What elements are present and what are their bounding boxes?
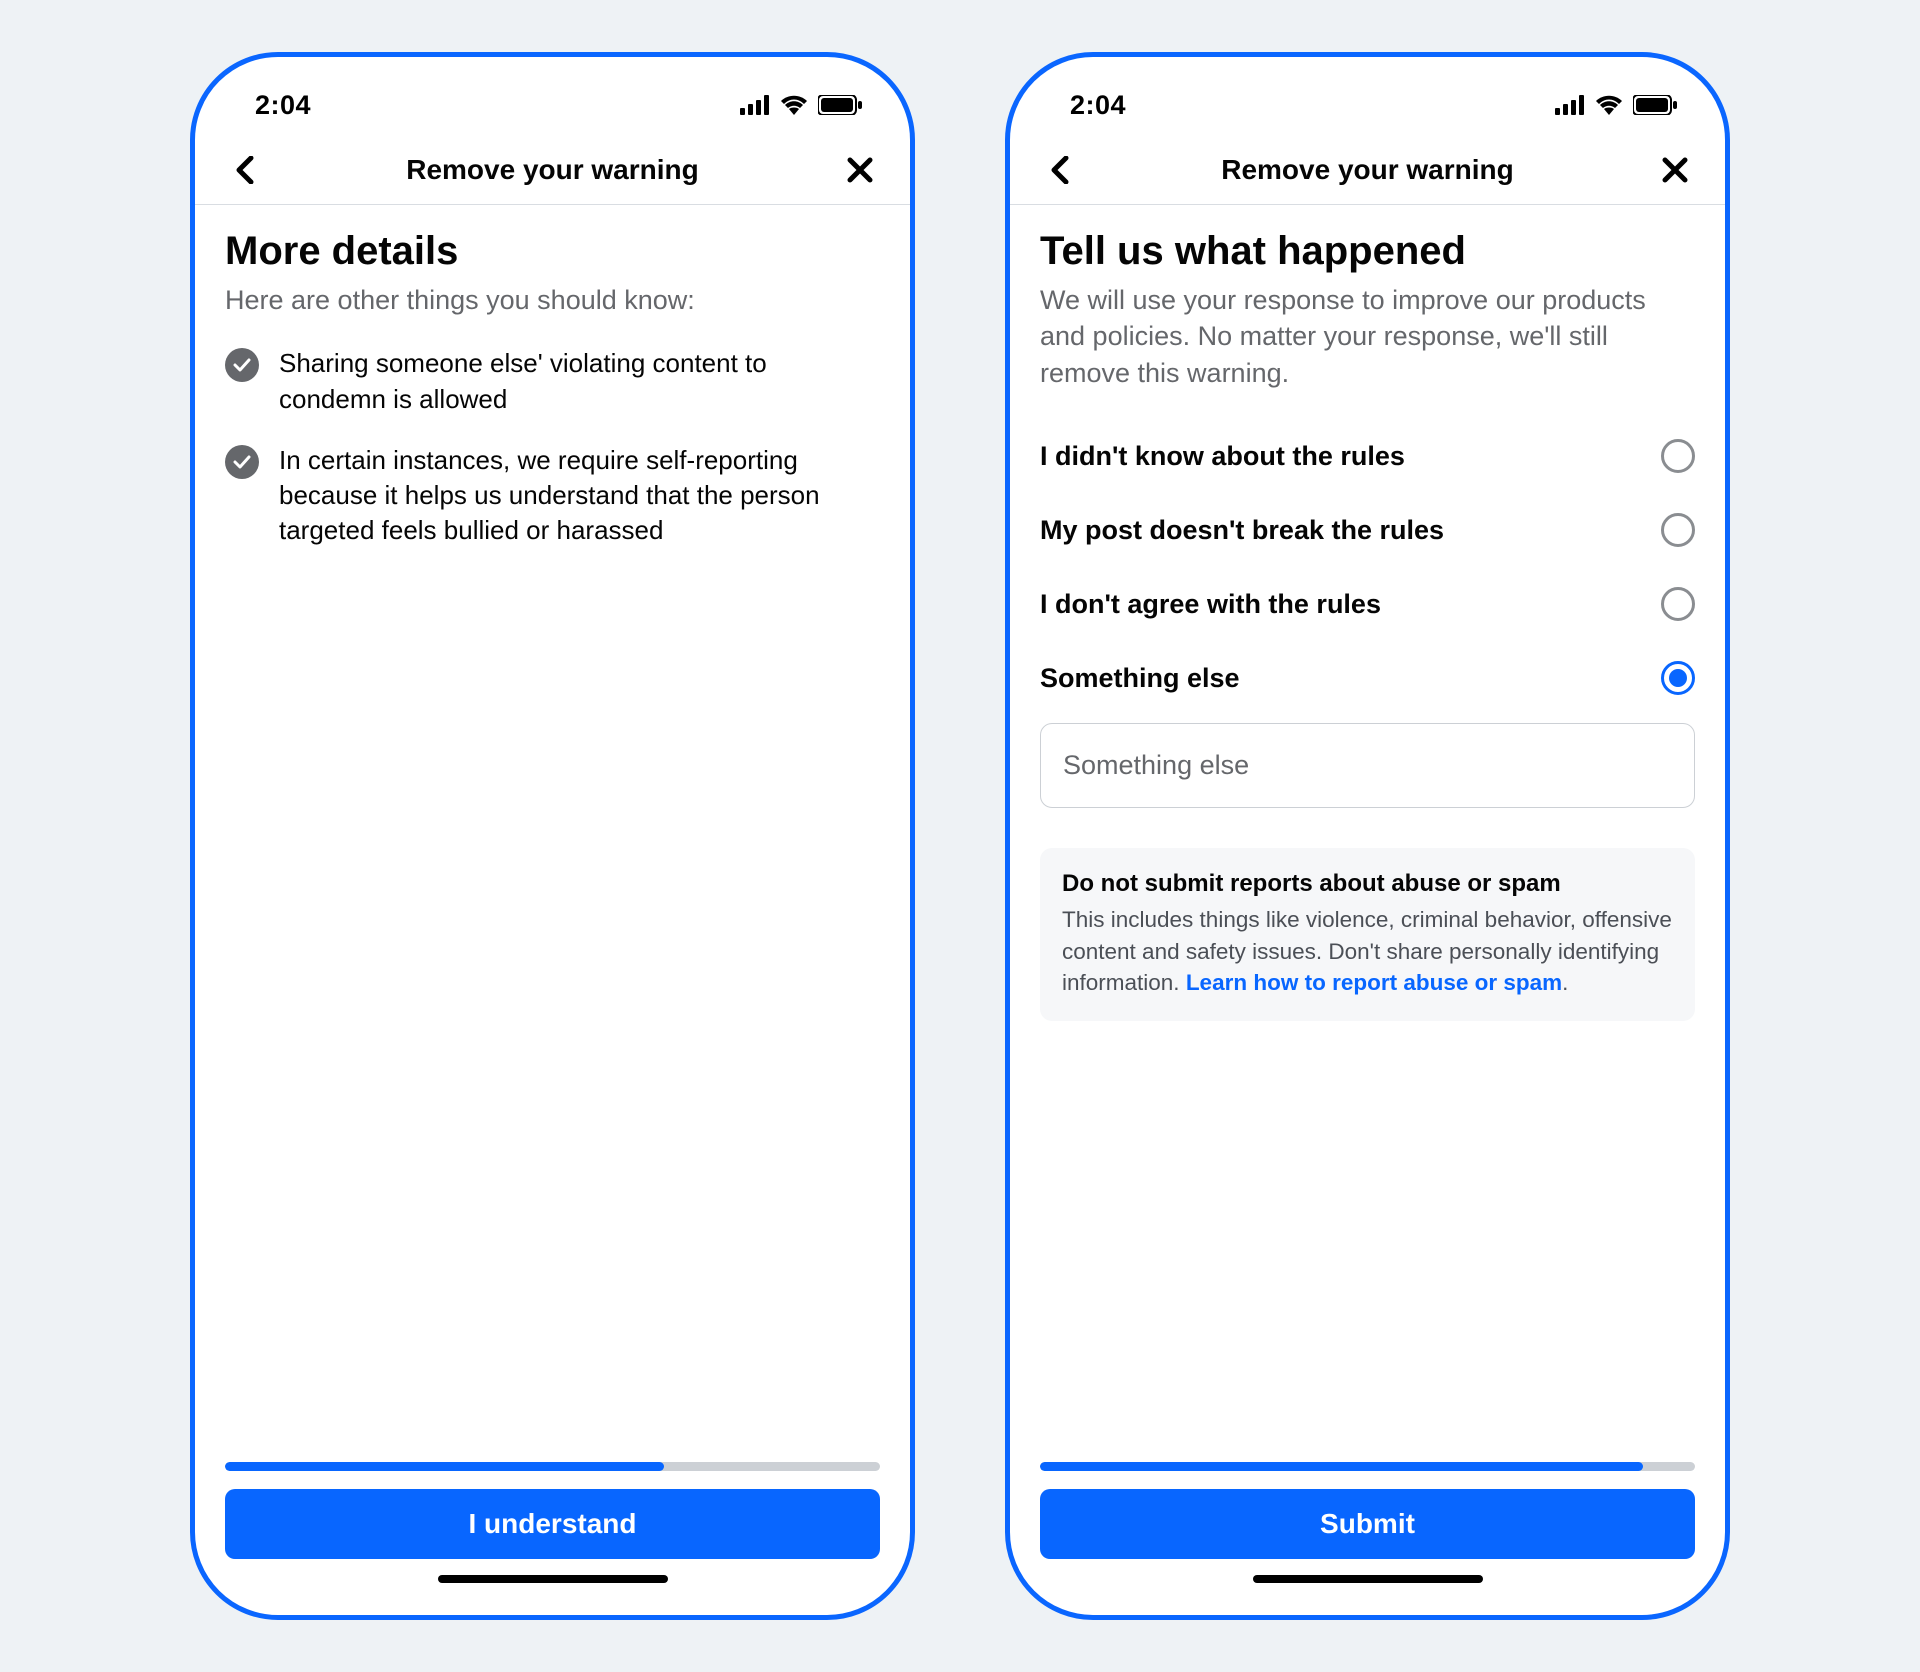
checkmark-icon — [225, 348, 259, 382]
option-label: I don't agree with the rules — [1040, 589, 1381, 620]
nav-title: Remove your warning — [1080, 154, 1655, 186]
close-button[interactable] — [840, 157, 880, 183]
status-time: 2:04 — [1070, 90, 1126, 121]
nav-bar: Remove your warning — [195, 135, 910, 205]
close-button[interactable] — [1655, 157, 1695, 183]
notice-title: Do not submit reports about abuse or spa… — [1062, 870, 1673, 898]
status-icons — [1555, 95, 1677, 115]
progress-bar — [1040, 1462, 1695, 1471]
phone-screen-left: 2:04 Remove your warning More details He… — [190, 52, 915, 1620]
list-item: In certain instances, we require self-re… — [225, 443, 880, 548]
radio-unchecked[interactable] — [1661, 513, 1695, 547]
option-label: I didn't know about the rules — [1040, 441, 1405, 472]
nav-title: Remove your warning — [265, 154, 840, 186]
footer: I understand — [195, 1462, 910, 1615]
status-icons — [740, 95, 862, 115]
page-title: Tell us what happened — [1040, 229, 1695, 274]
report-abuse-link[interactable]: Learn how to report abuse or spam — [1186, 970, 1562, 995]
content-area: More details Here are other things you s… — [195, 205, 910, 1462]
footer: Submit — [1010, 1462, 1725, 1615]
progress-fill — [225, 1462, 664, 1471]
cellular-icon — [740, 95, 770, 115]
bullet-text: In certain instances, we require self-re… — [279, 443, 880, 548]
content-area: Tell us what happened We will use your r… — [1010, 205, 1725, 1462]
bullet-list: Sharing someone else' violating content … — [225, 346, 880, 547]
submit-button[interactable]: Submit — [1040, 1489, 1695, 1559]
notice-body: This includes things like violence, crim… — [1062, 904, 1673, 999]
phone-screen-right: 2:04 Remove your warning Tell us what ha… — [1005, 52, 1730, 1620]
option-row[interactable]: Something else — [1040, 641, 1695, 715]
notice-box: Do not submit reports about abuse or spa… — [1040, 848, 1695, 1021]
notice-period: . — [1562, 970, 1568, 995]
status-bar: 2:04 — [1010, 75, 1725, 135]
bullet-text: Sharing someone else' violating content … — [279, 346, 880, 416]
something-else-input[interactable] — [1040, 723, 1695, 808]
close-icon — [847, 157, 873, 183]
checkmark-icon — [225, 445, 259, 479]
option-row[interactable]: My post doesn't break the rules — [1040, 493, 1695, 567]
option-row[interactable]: I don't agree with the rules — [1040, 567, 1695, 641]
nav-bar: Remove your warning — [1010, 135, 1725, 205]
home-indicator — [438, 1575, 668, 1583]
back-button[interactable] — [1040, 156, 1080, 184]
close-icon — [1662, 157, 1688, 183]
progress-bar — [225, 1462, 880, 1471]
understand-button[interactable]: I understand — [225, 1489, 880, 1559]
option-row[interactable]: I didn't know about the rules — [1040, 419, 1695, 493]
home-indicator — [1253, 1575, 1483, 1583]
radio-unchecked[interactable] — [1661, 587, 1695, 621]
option-label: Something else — [1040, 663, 1240, 694]
radio-unchecked[interactable] — [1661, 439, 1695, 473]
page-subtitle: Here are other things you should know: — [225, 282, 880, 318]
wifi-icon — [780, 95, 808, 115]
battery-icon — [1633, 95, 1677, 115]
radio-checked[interactable] — [1661, 661, 1695, 695]
chevron-left-icon — [235, 156, 255, 184]
cellular-icon — [1555, 95, 1585, 115]
page-subtitle: We will use your response to improve our… — [1040, 282, 1695, 391]
back-button[interactable] — [225, 156, 265, 184]
status-time: 2:04 — [255, 90, 311, 121]
option-label: My post doesn't break the rules — [1040, 515, 1444, 546]
status-bar: 2:04 — [195, 75, 910, 135]
options-group: I didn't know about the rules My post do… — [1040, 419, 1695, 715]
battery-icon — [818, 95, 862, 115]
progress-fill — [1040, 1462, 1643, 1471]
wifi-icon — [1595, 95, 1623, 115]
chevron-left-icon — [1050, 156, 1070, 184]
list-item: Sharing someone else' violating content … — [225, 346, 880, 416]
page-title: More details — [225, 229, 880, 274]
